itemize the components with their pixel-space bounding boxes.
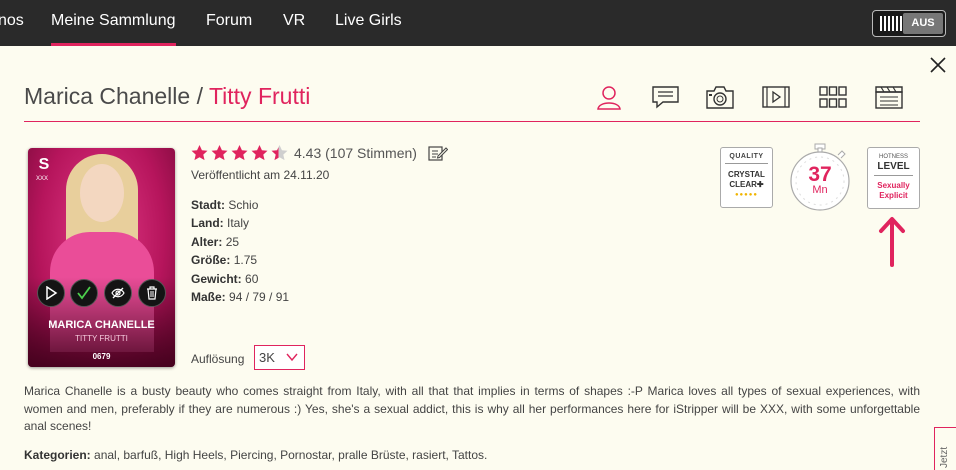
- resolution-label: Auflösung: [191, 352, 245, 366]
- attr-measurements: Maße: 94 / 79 / 91: [191, 290, 290, 304]
- title-separator: /: [190, 83, 209, 109]
- arrow-up-icon: [879, 217, 905, 267]
- card-logo-sub: XXX: [36, 176, 49, 182]
- model-description: Marica Chanelle is a busty beauty who co…: [24, 384, 920, 433]
- model-name: Marica Chanelle: [24, 83, 191, 109]
- side-tab-now[interactable]: Jetzt: [934, 427, 956, 470]
- star-icon: [191, 145, 208, 161]
- edit-rating-icon[interactable]: [428, 145, 449, 161]
- chevron-down-icon: [286, 353, 298, 362]
- delete-button[interactable]: [138, 279, 166, 307]
- nav-item-shows[interactable]: nos: [0, 0, 24, 46]
- card-logo: S: [38, 156, 50, 173]
- duration-badge: 37 Mn: [788, 143, 852, 211]
- scene-name: Titty Frutti: [208, 83, 311, 109]
- attr-country: Land: Italy: [191, 216, 250, 230]
- rating-text: 4.43 (107 Stimmen): [294, 145, 417, 161]
- title-divider: [24, 121, 920, 122]
- clapperboard-icon[interactable]: [874, 84, 904, 110]
- nav-item-forum[interactable]: Forum: [206, 0, 252, 46]
- categories-label: Kategorien:: [24, 448, 91, 462]
- close-icon[interactable]: [929, 56, 947, 74]
- nav-item-meine-sammlung[interactable]: Meine Sammlung: [51, 0, 176, 46]
- content-filter-toggle[interactable]: AUS: [872, 10, 946, 37]
- trash-icon: [147, 286, 157, 300]
- hotness-badge: HOTNESS LEVEL Sexually Explicit: [867, 147, 920, 209]
- attr-city: Stadt: Schio: [191, 198, 259, 212]
- nav-item-vr[interactable]: VR: [283, 0, 305, 46]
- top-nav: nos Meine Sammlung Forum VR Live Girls A…: [0, 0, 956, 46]
- camera-icon[interactable]: [705, 84, 735, 110]
- card-number: 0679: [92, 352, 111, 361]
- attr-weight: Gewicht: 60: [191, 272, 259, 286]
- categories: Kategorien: anal, barfuß, High Heels, Pi…: [24, 448, 487, 462]
- star-icon: [251, 145, 268, 161]
- comments-icon[interactable]: [651, 84, 681, 110]
- card-photo-face: [80, 164, 124, 222]
- star-icon: [211, 145, 228, 161]
- model-card[interactable]: S XXX MARICA CHANELLE TITTY FRUTTI 0679: [28, 148, 175, 367]
- attr-height: Größe: 1.75: [191, 253, 258, 267]
- page-title: Marica Chanelle / Titty Frutti: [24, 83, 310, 110]
- resolution-select[interactable]: 3K: [254, 345, 305, 370]
- resolution-value: 3K: [259, 350, 275, 365]
- check-icon: [77, 286, 91, 300]
- card-model-name: MARICA CHANELLE: [48, 319, 155, 331]
- barcode-icon: [880, 16, 902, 31]
- attr-age: Alter: 25: [191, 235, 240, 249]
- published-date: Veröffentlicht am 24.11.20: [191, 168, 330, 182]
- quality-badge: QUALITY CRYSTAL CLEAR✚ ●●●●●: [720, 147, 773, 208]
- toggle-state-label: AUS: [903, 13, 943, 34]
- eye-off-icon: [111, 287, 125, 299]
- categories-value: anal, barfuß, High Heels, Piercing, Porn…: [94, 448, 488, 462]
- star-half-icon: [271, 145, 288, 161]
- play-button[interactable]: [37, 279, 65, 307]
- hide-button[interactable]: [104, 279, 132, 307]
- check-button[interactable]: [70, 279, 98, 307]
- video-icon[interactable]: [761, 84, 791, 110]
- nav-item-live-girls[interactable]: Live Girls: [335, 0, 402, 46]
- star-icon: [231, 145, 248, 161]
- grid-icon[interactable]: [818, 84, 848, 110]
- profile-icon[interactable]: [594, 84, 624, 110]
- play-icon: [46, 286, 58, 300]
- card-scene-name: TITTY FRUTTI: [75, 334, 128, 343]
